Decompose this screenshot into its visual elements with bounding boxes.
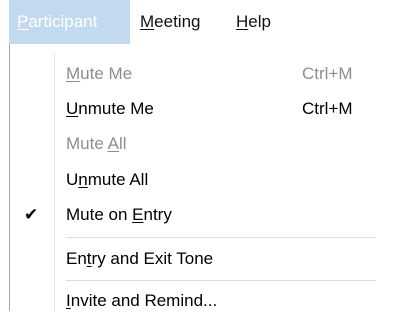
label-mnemonic: E — [132, 205, 144, 224]
checkmark-icon: ✔ — [24, 205, 39, 225]
menu-separator — [66, 237, 376, 238]
label-pre: En — [66, 249, 87, 268]
menu-item-invite-remind[interactable]: Invite and Remind... — [10, 284, 396, 318]
label-mnemonic: M — [66, 64, 81, 83]
menu-item-entry-exit-tone[interactable]: Entry and Exit Tone — [10, 242, 396, 276]
menu-item-unmute-me-shortcut: Ctrl+M — [302, 99, 353, 118]
label-post: ntry — [143, 205, 172, 224]
menu-item-mute-me-label: Mute Me — [66, 57, 132, 91]
menu-bar: Participant Meeting Help — [0, 0, 396, 44]
label-pre: U — [66, 170, 79, 189]
menu-item-invite-remind-label: Invite and Remind... — [66, 284, 217, 318]
menu-item-mute-all-label: Mute All — [66, 127, 127, 161]
menu-meeting[interactable]: Meeting — [140, 0, 201, 44]
label-pre: Mute on — [66, 205, 133, 224]
menu-help-post: elp — [248, 12, 271, 31]
menu-separator — [66, 280, 376, 281]
menu-item-mute-on-entry[interactable]: ✔ Mute on Entry — [10, 198, 396, 232]
menu-item-mute-me-shortcut: Ctrl+M — [302, 64, 353, 83]
menu-meeting-post: eeting — [154, 12, 201, 31]
menu-item-mute-me[interactable]: Mute Me Ctrl+M — [10, 57, 396, 91]
label-mnemonic: n — [78, 170, 88, 189]
label-post: nmute Me — [78, 99, 154, 118]
menu-item-unmute-me[interactable]: Unmute Me Ctrl+M — [10, 92, 396, 126]
menu-participant-post: articipant — [28, 12, 98, 31]
label-post: mute All — [87, 170, 149, 189]
menu-meeting-mnemonic: M — [140, 12, 155, 31]
menu-item-mute-on-entry-label: Mute on Entry — [66, 198, 172, 232]
menu-item-unmute-all-label: Unmute All — [66, 163, 148, 197]
menu-item-entry-exit-tone-label: Entry and Exit Tone — [66, 242, 213, 276]
participant-dropdown-menu: Mute Me Ctrl+M Unmute Me Ctrl+M Mute All… — [9, 44, 396, 311]
label-post: ute Me — [80, 64, 133, 83]
menu-help[interactable]: Help — [236, 0, 271, 44]
menu-help-mnemonic: H — [236, 12, 249, 31]
menu-item-mute-all[interactable]: Mute All — [10, 127, 396, 161]
label-mnemonic: U — [66, 99, 79, 118]
label-pre: Mute — [66, 134, 108, 153]
label-post: nvite and Remind... — [70, 291, 218, 310]
label-post: ll — [118, 134, 127, 153]
menu-item-unmute-all[interactable]: Unmute All — [10, 163, 396, 197]
menu-participant[interactable]: Participant — [9, 0, 130, 44]
menu-item-unmute-me-label: Unmute Me — [66, 92, 154, 126]
label-post: ry and Exit Tone — [91, 249, 214, 268]
menu-participant-mnemonic: P — [17, 12, 29, 31]
label-mnemonic: A — [107, 134, 119, 153]
